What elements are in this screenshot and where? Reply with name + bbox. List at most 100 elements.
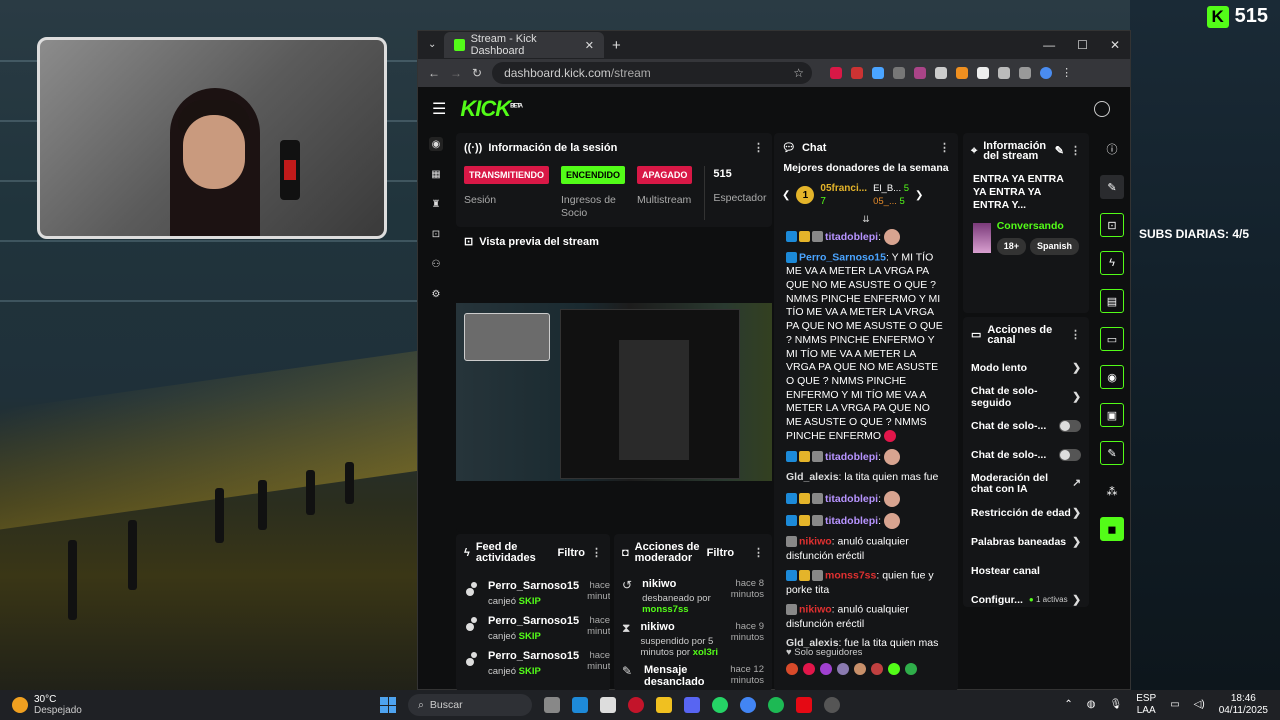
discord-icon[interactable] xyxy=(684,697,700,713)
extension-icon[interactable] xyxy=(830,67,843,79)
info-icon[interactable]: ⓘ xyxy=(1100,137,1124,161)
more-options-icon[interactable]: ⋮ xyxy=(753,547,764,559)
chat-username[interactable]: Gld_alexis xyxy=(786,471,839,483)
more-options-icon[interactable]: ⋮ xyxy=(1070,330,1081,341)
broadcast-icon[interactable]: ◉ xyxy=(1100,365,1124,389)
hamburger-menu-icon[interactable]: ☰ xyxy=(432,99,446,119)
edit-pen-icon[interactable]: ✎ xyxy=(1100,175,1124,199)
extension-icon[interactable] xyxy=(935,67,948,79)
profile-avatar[interactable] xyxy=(1040,67,1053,79)
edge-icon[interactable] xyxy=(572,697,588,713)
speaker-icon[interactable]: ◁) xyxy=(1194,699,1205,711)
slow-mode-action[interactable]: Modo lento ❯ xyxy=(963,353,1089,382)
close-tab-icon[interactable]: ✕ xyxy=(585,39,594,52)
feed-user[interactable]: Perro_Sarnoso15 xyxy=(488,580,579,592)
trophy-icon[interactable]: ♜ xyxy=(429,197,443,211)
emote-icon[interactable] xyxy=(871,663,883,675)
netflix-icon[interactable] xyxy=(796,697,812,713)
ai-moderation-action[interactable]: Moderación del chat con IA ↗ xyxy=(963,469,1089,498)
edit-icon[interactable]: ✎ xyxy=(1055,146,1064,157)
bookmark-star-icon[interactable]: ☆ xyxy=(793,66,804,80)
next-arrow-icon[interactable]: ❯ xyxy=(915,190,923,201)
opera-icon[interactable] xyxy=(628,697,644,713)
puzzle-icon[interactable] xyxy=(998,67,1011,79)
task-view-icon[interactable] xyxy=(544,697,560,713)
stream-live-icon[interactable]: ◉ xyxy=(429,137,443,151)
emote-icon[interactable] xyxy=(820,663,832,675)
whatsapp-icon[interactable] xyxy=(712,697,728,713)
settings-icon[interactable]: ⚙ xyxy=(429,287,443,301)
host-channel-action[interactable]: Hostear canal xyxy=(963,556,1089,585)
emote-icon[interactable] xyxy=(786,663,798,675)
forward-icon[interactable]: → xyxy=(450,66,462,80)
donor-name[interactable]: 05_... xyxy=(873,196,897,207)
explorer-icon[interactable] xyxy=(656,697,672,713)
mod-action-by[interactable]: monss7ss xyxy=(642,604,688,615)
stream-preview-video[interactable] xyxy=(456,303,772,481)
chat-username[interactable]: nikiwo xyxy=(799,604,832,616)
maximize-icon[interactable]: ☐ xyxy=(1077,38,1088,52)
clip-icon[interactable]: ⊡ xyxy=(1100,213,1124,237)
group-icon[interactable]: ⁂ xyxy=(1100,479,1124,503)
mic-icon[interactable]: 🎙︎ xyxy=(1109,699,1122,711)
chat-username[interactable]: titadoblepi xyxy=(825,515,878,527)
emote-icon[interactable] xyxy=(837,663,849,675)
language-indicator[interactable]: ESP LAA xyxy=(1136,693,1156,717)
more-options-icon[interactable]: ⋮ xyxy=(939,141,950,154)
emote-icon[interactable] xyxy=(888,663,900,675)
store-icon[interactable] xyxy=(600,697,616,713)
extension-icon[interactable] xyxy=(893,67,906,79)
network-icon[interactable]: ◍ xyxy=(1087,699,1096,711)
weather-widget[interactable]: 30°C Despejado xyxy=(0,694,380,716)
extension-icon[interactable] xyxy=(914,67,927,79)
feed-user[interactable]: Perro_Sarnoso15 xyxy=(488,650,579,662)
users-icon[interactable]: ⚇ xyxy=(429,257,443,271)
dashboard-icon[interactable]: ▦ xyxy=(429,167,443,181)
tab-kick-dashboard[interactable]: Stream - Kick Dashboard ✕ xyxy=(444,32,604,58)
emote-icon[interactable] xyxy=(803,663,815,675)
chrome-icon[interactable] xyxy=(740,697,756,713)
mod-action-by[interactable]: xol3ri xyxy=(693,647,718,658)
settings-action[interactable]: Configur... ● 1 activas ❯ xyxy=(963,585,1089,614)
more-options-icon[interactable]: ⋮ xyxy=(591,547,602,559)
prev-arrow-icon[interactable]: ❮ xyxy=(782,190,790,201)
lightning-icon[interactable]: ϟ xyxy=(1100,251,1124,275)
emote-icon[interactable] xyxy=(905,663,917,675)
tray-overflow-icon[interactable]: ⌃ xyxy=(1064,699,1072,711)
moderation-icon[interactable]: ⊡ xyxy=(429,227,443,241)
age-restriction-action[interactable]: Restricción de edad ❯ xyxy=(963,498,1089,527)
feed-user[interactable]: Perro_Sarnoso15 xyxy=(488,615,579,627)
kick-logo[interactable]: KICKBETA xyxy=(460,96,523,122)
new-tab-button[interactable]: + xyxy=(612,37,621,54)
donor-name[interactable]: El_B... xyxy=(873,183,901,194)
obs-icon[interactable] xyxy=(824,697,840,713)
taskbar-search[interactable]: ⌕ Buscar xyxy=(408,694,532,716)
more-options-icon[interactable]: ⋮ xyxy=(1070,146,1081,157)
user-avatar-icon[interactable] xyxy=(1094,101,1110,117)
extension-icon[interactable] xyxy=(977,67,990,79)
modactions-filter-button[interactable]: Filtro xyxy=(707,547,735,559)
chat-username[interactable]: titadoblepi xyxy=(825,451,878,463)
notes-icon[interactable]: ▤ xyxy=(1100,289,1124,313)
reload-icon[interactable]: ↻ xyxy=(472,66,482,80)
extension-icon[interactable] xyxy=(872,67,885,79)
media-icon[interactable] xyxy=(1019,67,1032,79)
chat-username[interactable]: monss7ss xyxy=(825,570,876,582)
chat-username[interactable]: Perro_Sarnoso15 xyxy=(799,252,886,264)
stream-tag[interactable]: Spanish xyxy=(1029,238,1079,255)
stream-tag[interactable]: 18+ xyxy=(996,238,1026,255)
windows-start-icon[interactable] xyxy=(380,697,396,713)
back-icon[interactable]: ← xyxy=(428,66,440,80)
extension-icon[interactable] xyxy=(956,67,969,79)
mod-action-user[interactable]: nikiwo xyxy=(640,621,720,633)
more-options-icon[interactable]: ⋮ xyxy=(753,141,764,154)
followers-only-action[interactable]: Chat de solo-seguido ❯ xyxy=(963,382,1089,411)
chat-username[interactable]: titadoblepi xyxy=(825,493,878,505)
tab-menu-icon[interactable]: ⌄ xyxy=(428,39,436,50)
stream-category[interactable]: Conversando xyxy=(997,220,1079,233)
clock[interactable]: 18:46 04/11/2025 xyxy=(1219,693,1268,717)
chat-icon[interactable]: ▭ xyxy=(1100,327,1124,351)
toggle-switch[interactable] xyxy=(1059,448,1081,461)
browser-menu-icon[interactable]: ⋮ xyxy=(1061,67,1073,79)
minimize-icon[interactable]: — xyxy=(1043,38,1055,52)
